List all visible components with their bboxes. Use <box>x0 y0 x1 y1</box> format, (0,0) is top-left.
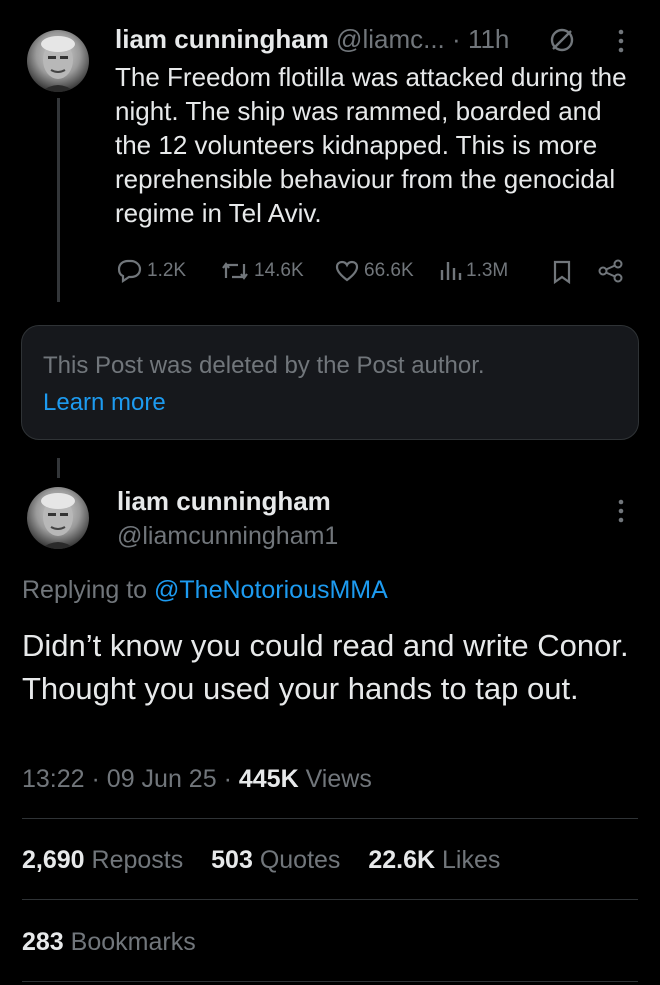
like-count: 66.6K <box>364 260 414 281</box>
reposts-stat[interactable]: 2,690 Reposts <box>22 846 183 874</box>
main-post-views-label: Views <box>305 765 372 793</box>
main-post-time[interactable]: 13:22 <box>22 765 85 793</box>
parent-post-more-icon[interactable] <box>616 28 626 59</box>
bookmarks-count: 283 <box>22 928 64 956</box>
thread-line-top <box>57 98 60 302</box>
bookmarks-label: Bookmarks <box>70 928 196 956</box>
parent-post-time[interactable]: 11h <box>468 24 509 54</box>
parent-post-avatar[interactable] <box>27 30 89 92</box>
reply-button[interactable]: 1.2K <box>115 258 186 284</box>
likes-count: 22.6K <box>368 846 436 874</box>
share-icon[interactable] <box>597 258 625 289</box>
meta-dot: · <box>91 765 100 793</box>
meta-dot: · <box>223 765 232 793</box>
reposts-label: Reposts <box>91 846 184 874</box>
main-post-avatar[interactable] <box>27 487 89 549</box>
divider <box>22 899 638 900</box>
replying-to-line: Replying to @TheNotoriousMMA <box>22 576 388 605</box>
no-symbol-icon <box>548 26 576 59</box>
parent-post-separator: · <box>452 24 461 54</box>
like-button[interactable]: 66.6K <box>334 258 414 284</box>
learn-more-link[interactable]: Learn more <box>43 389 166 417</box>
reposts-count: 2,690 <box>22 846 85 874</box>
likes-stat[interactable]: 22.6K Likes <box>368 846 500 874</box>
engagement-stats: 2,690 Reposts 503 Quotes 22.6K Likes <box>22 846 500 875</box>
divider <box>22 818 638 819</box>
repost-count: 14.6K <box>254 260 304 281</box>
parent-post-handle[interactable]: @liamc... <box>336 24 445 54</box>
quotes-count: 503 <box>211 846 253 874</box>
quotes-label: Quotes <box>259 846 341 874</box>
parent-post-header: liam cunningham @liamc... · 11h <box>115 24 509 55</box>
views-count: 1.3M <box>466 260 509 281</box>
avatar-portrait-icon <box>41 36 75 92</box>
reply-icon <box>117 259 142 284</box>
main-post-meta: 13:22 · 09 Jun 25 · 445K Views <box>22 765 372 794</box>
main-post-text: Didn’t know you could read and write Con… <box>22 628 629 706</box>
bookmark-icon[interactable] <box>551 259 573 290</box>
reply-count: 1.2K <box>147 260 187 281</box>
main-post-handle[interactable]: @liamcunningham1 <box>117 522 338 551</box>
likes-label: Likes <box>442 846 501 874</box>
heart-icon <box>335 260 359 282</box>
repost-icon <box>222 262 248 280</box>
repost-button[interactable]: 14.6K <box>220 258 304 284</box>
main-post-views-count: 445K <box>238 765 299 793</box>
avatar-portrait-icon <box>41 493 75 549</box>
main-post-more-icon[interactable] <box>616 498 626 529</box>
analytics-icon <box>440 262 462 280</box>
deleted-post-text: This Post was deleted by the Post author… <box>43 352 485 379</box>
quotes-stat[interactable]: 503 Quotes <box>211 846 340 874</box>
replying-to-prefix: Replying to <box>22 576 148 604</box>
replying-to-mention[interactable]: @TheNotoriousMMA <box>154 576 388 604</box>
main-post-display-name[interactable]: liam cunningham <box>117 486 331 517</box>
bookmarks-stat[interactable]: 283 Bookmarks <box>22 928 196 957</box>
thread-line-bottom <box>57 458 60 478</box>
main-post-date[interactable]: 09 Jun 25 <box>107 765 217 793</box>
parent-post-text: The Freedom flotilla was attacked during… <box>115 62 627 228</box>
divider <box>22 981 638 982</box>
parent-post-display-name[interactable]: liam cunningham <box>115 24 329 54</box>
views-button[interactable]: 1.3M <box>438 258 508 284</box>
deleted-post-notice: This Post was deleted by the Post author… <box>21 325 639 440</box>
